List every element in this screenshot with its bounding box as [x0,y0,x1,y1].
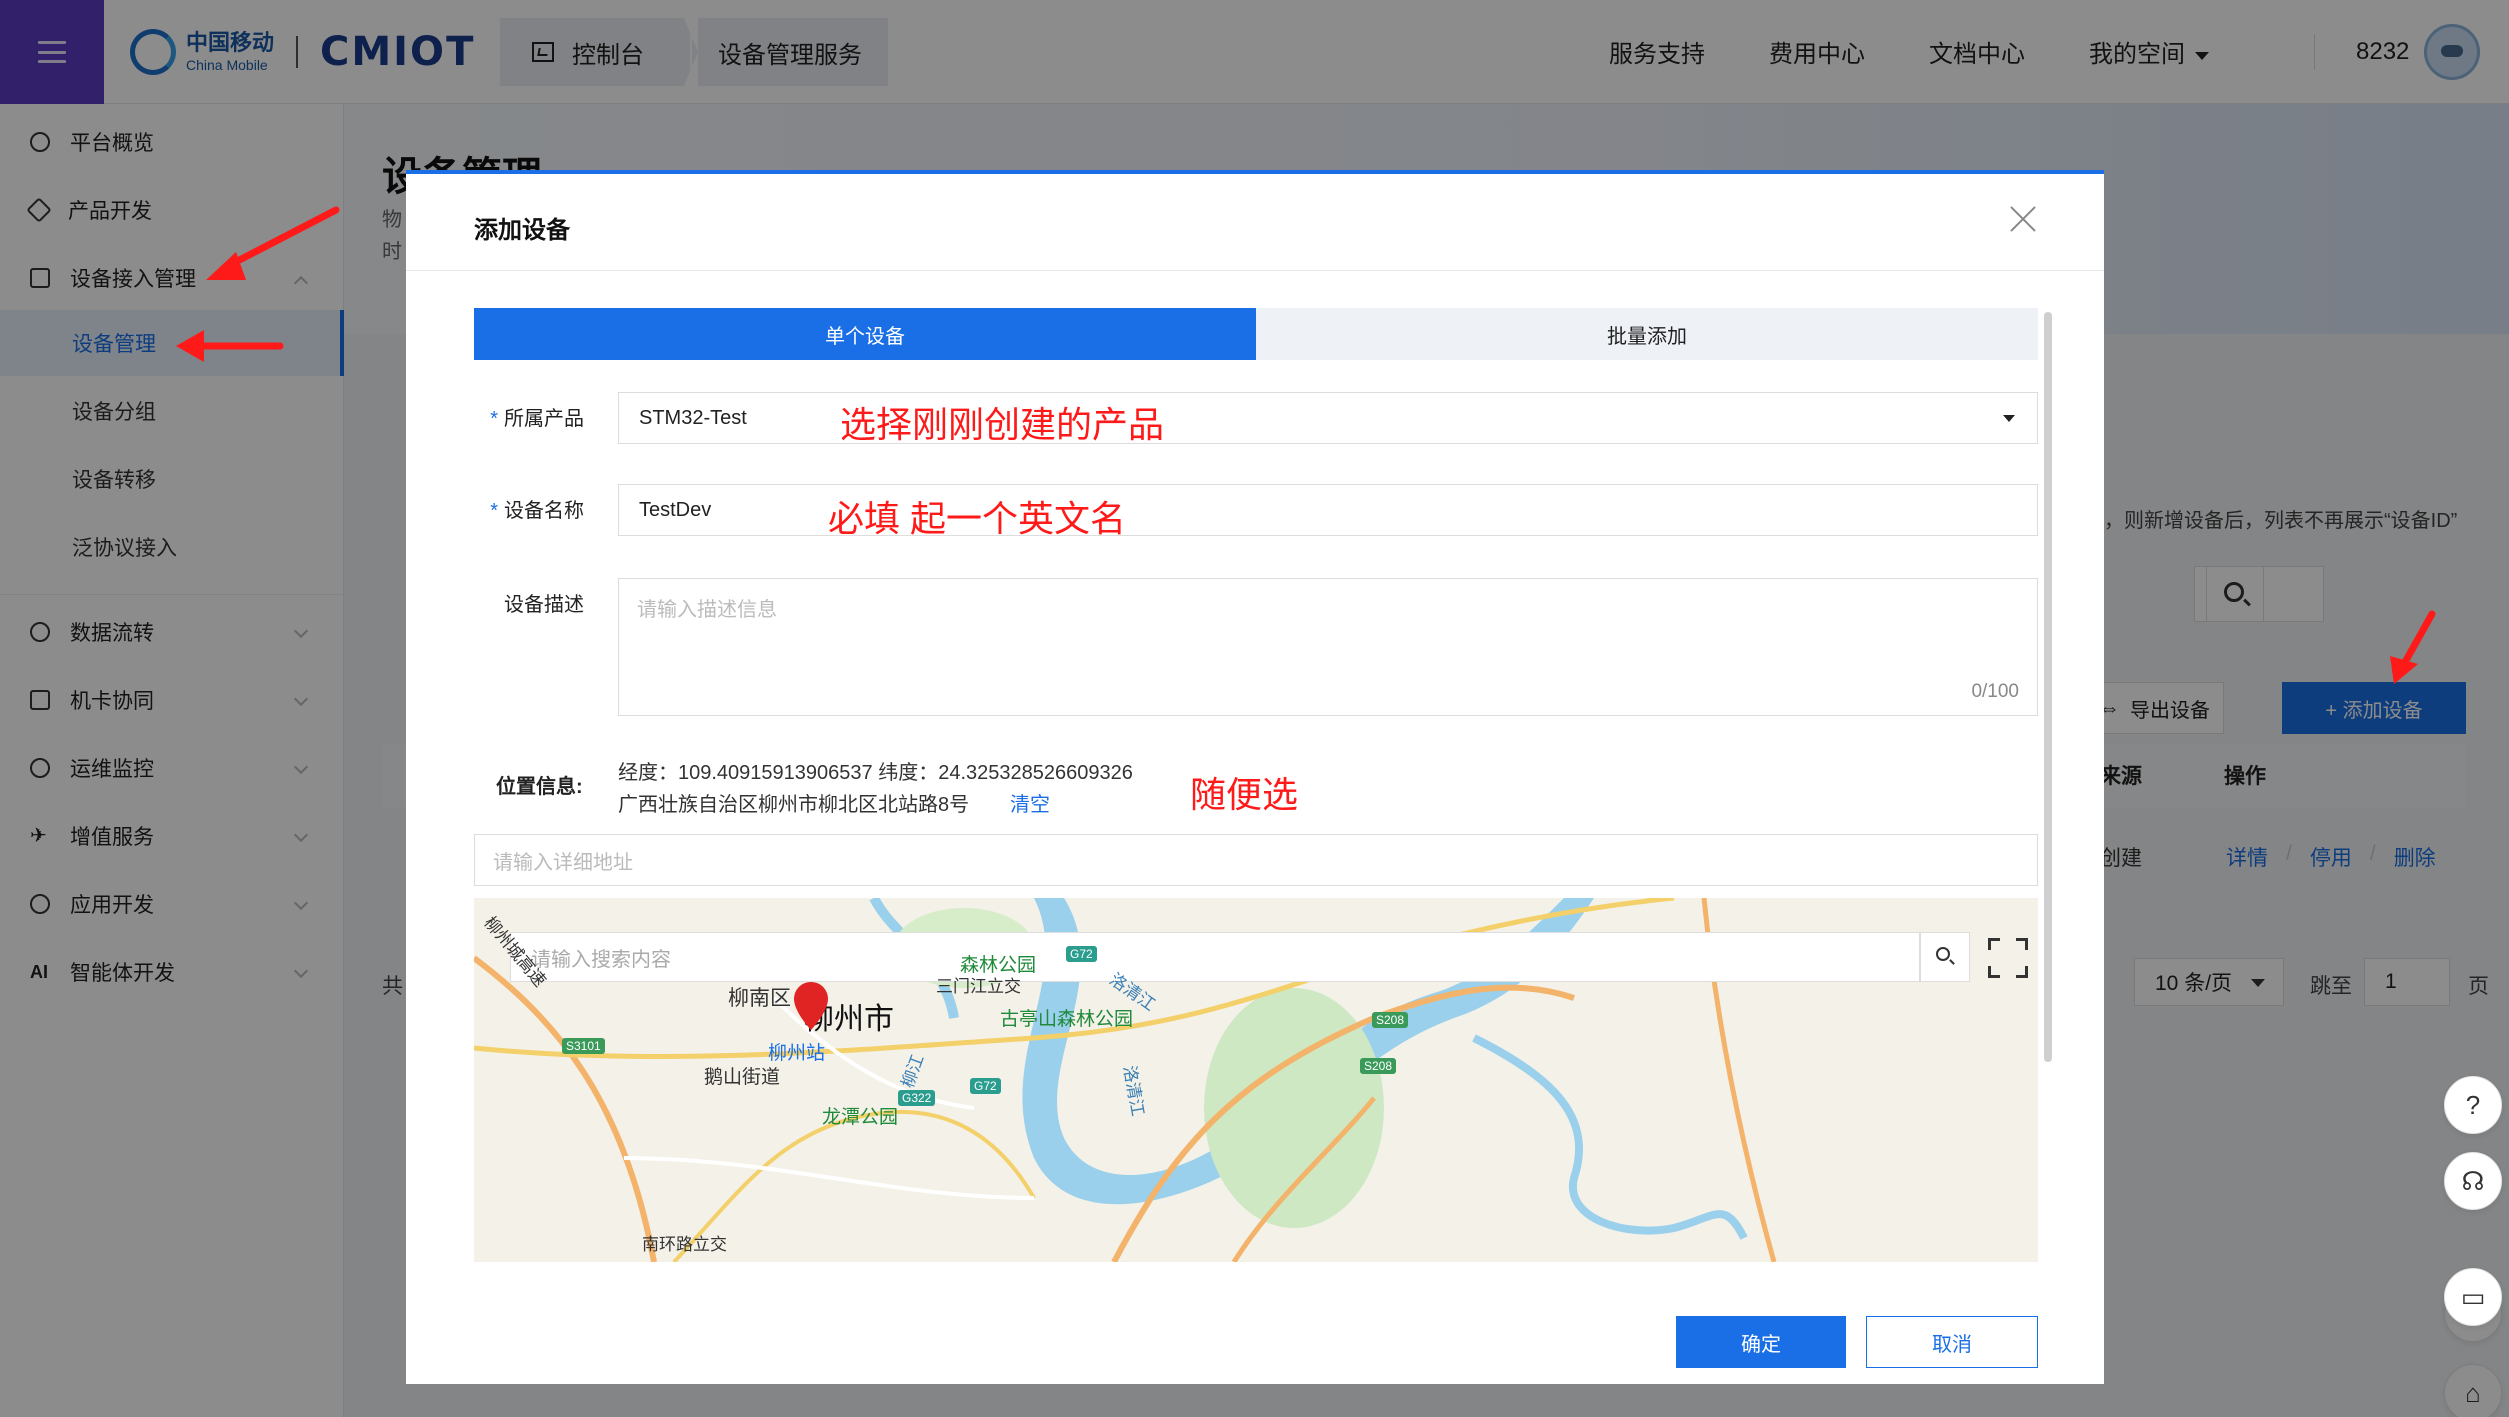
product-select[interactable]: STM32-Test [618,392,2038,444]
road-shield: S3101 [562,1038,605,1054]
map-label-guting-park: 古亭山森林公园 [1000,1009,1134,1030]
tab-batch-add[interactable]: 批量添加 [1256,308,2038,360]
road-shield: S208 [1372,1012,1409,1028]
tab-single-device[interactable]: 单个设备 [474,308,1256,360]
product-select-value: STM32-Test [639,406,747,429]
caret-down-icon [2003,415,2015,422]
map-search-button[interactable] [1920,932,1970,982]
road-shield: G72 [970,1078,1001,1094]
service-float-button[interactable]: ☊ [2444,1152,2502,1210]
detail-address-input[interactable]: 请输入详细地址 [474,834,2038,886]
search-icon [1936,947,1950,961]
location-address: 广西壮族自治区柳州市柳北区北站路8号 [618,794,970,816]
location-label: 位置信息: [496,776,583,798]
description-placeholder: 请输入描述信息 [637,599,777,621]
description-field-label: 设备描述 [504,594,584,616]
description-textarea[interactable]: 请输入描述信息 0/100 [618,578,2038,716]
help-float-button[interactable]: ? [2444,1076,2502,1134]
clear-location-link[interactable]: 清空 [1010,788,1050,817]
product-field-label: * 所属产品 [454,402,584,431]
annotation-select-product: 选择刚刚创建的产品 [840,404,1165,445]
location-map[interactable]: 请输入搜索内容 柳州市 柳南区 柳州站 鹅山街道 森林公园 古亭山森林公园 龙潭… [474,898,2038,1262]
required-mark: * [490,408,498,430]
map-label-street: 鹅山街道 [704,1067,781,1088]
cancel-button[interactable]: 取消 [1866,1316,2038,1368]
road-shield: G322 [898,1090,936,1106]
map-search-input[interactable]: 请输入搜索内容 [510,932,1920,982]
fullscreen-icon[interactable] [1988,938,2028,978]
confirm-button[interactable]: 确定 [1676,1316,1846,1368]
modal-title: 添加设备 [474,217,570,244]
map-pin-icon [794,982,828,1030]
map-label-interchange: 三门江立交 [936,977,1021,996]
panel-icon: ▭ [2460,1281,2486,1312]
annotation-location: 随便选 [1190,774,1299,815]
headset-icon: ☊ [2461,1165,2485,1196]
modal-scrollbar[interactable] [2044,312,2052,1062]
product-label-text: 所属产品 [504,408,584,430]
modal-divider [406,270,2104,271]
annotation-device-name: 必填 起一个英文名 [828,498,1127,539]
required-mark: * [490,500,498,522]
map-label-district: 柳南区 [728,987,791,1010]
road-shield: S208 [1360,1058,1397,1074]
scrollbar-thumb[interactable] [2044,312,2052,1062]
collapse-float-button[interactable]: ▭ [2444,1268,2502,1326]
help-icon: ? [2465,1089,2481,1120]
char-counter: 0/100 [1971,681,2019,702]
modal-mask-top [0,0,2509,104]
add-mode-tabs: 单个设备 批量添加 [474,308,2038,360]
road-shield: G72 [1066,946,1097,962]
location-coordinates: 经度：109.40915913906537 纬度：24.325328526609… [618,762,1133,784]
device-name-label-text: 设备名称 [504,500,584,522]
map-label-ring-interchange: 南环路立交 [642,1235,727,1254]
close-icon[interactable] [2008,204,2038,234]
map-label-longtan-park: 龙潭公园 [822,1107,899,1128]
device-name-field-label: * 设备名称 [454,494,584,523]
map-label-station: 柳州站 [768,1043,826,1064]
